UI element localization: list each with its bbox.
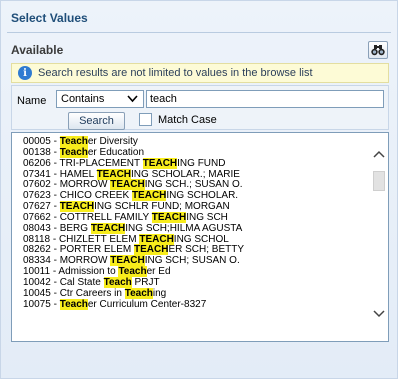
name-label: Name <box>17 95 47 107</box>
result-match-highlight: TEACH <box>90 222 126 234</box>
scroll-down-icon[interactable] <box>372 307 386 321</box>
result-match-highlight: TEACH <box>139 233 174 245</box>
result-match-highlight: Teach <box>59 298 88 310</box>
result-suffix: ing <box>152 287 167 299</box>
result-suffix: ING SCHOLAR.; MARIE <box>131 168 240 180</box>
result-suffix: ING SCHOL <box>173 233 229 245</box>
result-prefix: 07627 - <box>23 201 60 213</box>
result-prefix: 10011 - Admission to <box>23 266 119 278</box>
result-item[interactable]: 10075 - Teacher Curriculum Center-8327 <box>23 298 363 311</box>
find-button[interactable] <box>368 41 388 59</box>
match-case-label: Match Case <box>158 113 217 126</box>
result-suffix: ING SCHOLAR. <box>166 190 239 202</box>
result-match-highlight: Teach <box>118 266 147 278</box>
available-label: Available <box>11 43 64 57</box>
chevron-down-icon <box>127 92 138 109</box>
result-match-highlight: TEACH <box>151 211 187 223</box>
result-suffix: ING FUND <box>177 157 226 169</box>
result-prefix: 07602 - MORROW <box>23 179 111 191</box>
results-list: 00005 - Teacher Diversity 00138 - Teacher… <box>23 136 363 311</box>
result-suffix: ING SCHLR FUND; MORGAN <box>94 201 230 213</box>
result-prefix: 10042 - Cal State <box>23 276 104 288</box>
result-match-highlight: TEACH <box>96 168 132 180</box>
result-match-highlight: TEACH <box>110 255 145 267</box>
results-scrollbar[interactable] <box>372 137 386 337</box>
result-match-highlight: Teach <box>103 276 132 288</box>
result-prefix: 06206 - TRI-PLACEMENT <box>23 157 143 169</box>
result-prefix: 07662 - COTTRELL FAMILY <box>23 211 152 223</box>
dialog-title: Select Values <box>11 11 88 25</box>
results-listbox[interactable]: 00005 - Teacher Diversity 00138 - Teacher… <box>11 132 389 342</box>
result-suffix: ING SCH;HILMA AGUSTA <box>125 222 243 234</box>
search-button[interactable]: Search <box>68 112 125 130</box>
result-prefix: 10045 - Ctr Careers in <box>23 287 125 299</box>
result-match-highlight: TEACH <box>110 179 145 191</box>
result-suffix: er Diversity <box>87 136 138 147</box>
title-divider <box>7 32 391 33</box>
result-prefix: 08118 - CHIZLETT ELEM <box>23 233 140 245</box>
operator-select[interactable]: Contains <box>56 90 144 108</box>
result-match-highlight: Teach <box>59 146 88 158</box>
result-prefix: 08043 - BERG <box>23 222 91 234</box>
result-match-highlight: Teach <box>124 287 153 299</box>
result-suffix: er Education <box>87 146 145 158</box>
binoculars-icon <box>371 45 385 56</box>
select-values-dialog: Select Values Available i Search results… <box>0 0 398 379</box>
result-prefix: 00005 - <box>23 136 60 147</box>
result-suffix: PRJT <box>131 276 160 288</box>
result-prefix: 08262 - PORTER ELEM <box>23 244 134 256</box>
info-message-bar: i Search results are not limited to valu… <box>11 63 389 83</box>
result-prefix: 07623 - CHICO CREEK <box>23 190 132 202</box>
search-panel: Name Contains Search Match Case <box>11 85 389 130</box>
result-match-highlight: TEACH <box>59 201 95 213</box>
result-match-highlight: Teach <box>59 136 88 147</box>
match-case-checkbox[interactable] <box>139 113 152 126</box>
result-suffix: er Ed <box>146 266 171 278</box>
result-prefix: 08334 - MORROW <box>23 255 111 267</box>
result-suffix: er Curriculum Center-8327 <box>87 298 207 310</box>
result-suffix: ER SCH; BETTY <box>168 244 245 256</box>
match-case-option[interactable]: Match Case <box>139 113 217 126</box>
result-suffix: ING SCH; SUSAN O. <box>144 255 240 267</box>
result-suffix: ING SCH <box>186 211 228 223</box>
result-suffix: ING SCH.; SUSAN O. <box>144 179 243 191</box>
scroll-up-icon[interactable] <box>372 147 386 161</box>
result-prefix: 07341 - HAMEL <box>23 168 97 180</box>
result-match-highlight: TEACH <box>133 244 169 256</box>
info-message: Search results are not limited to values… <box>38 67 313 79</box>
result-prefix: 10075 - <box>23 298 60 310</box>
search-input[interactable] <box>146 90 384 108</box>
result-match-highlight: TEACH <box>131 190 167 202</box>
result-prefix: 00138 - <box>23 146 60 158</box>
scroll-thumb[interactable] <box>373 171 385 191</box>
result-match-highlight: TEACH <box>142 157 178 169</box>
operator-value: Contains <box>61 93 105 105</box>
info-icon: i <box>18 66 32 80</box>
